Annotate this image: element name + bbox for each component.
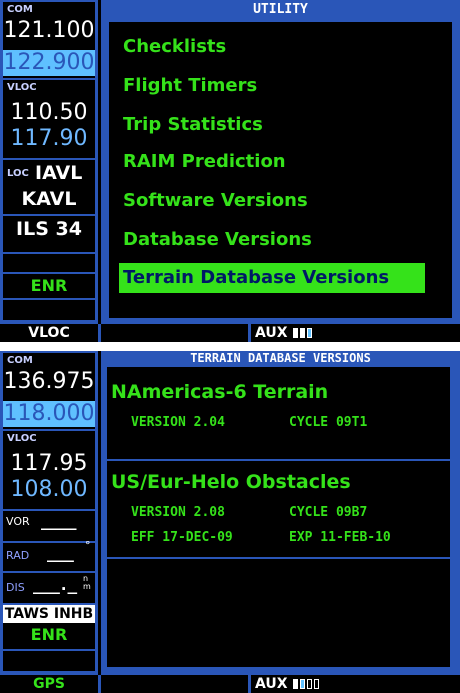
terrain-db-name: NAmericas-6 Terrain [111, 381, 329, 403]
divider [3, 571, 95, 573]
cdi-source: VLOC [28, 325, 70, 341]
utility-menu: Checklists Flight Timers Trip Statistics… [109, 22, 452, 318]
divider [107, 459, 450, 461]
page-title: TERRAIN DATABASE VERSIONS [190, 351, 371, 365]
annunciator-slot [3, 651, 95, 671]
menu-item-trip-statistics[interactable]: Trip Statistics [119, 110, 425, 140]
divider [98, 675, 101, 693]
page-group-label: AUX [255, 676, 288, 692]
taws-inhibit-annunciator: TAWS INHB [3, 605, 95, 623]
divider [98, 324, 101, 342]
menu-item-flight-timers[interactable]: Flight Timers [119, 71, 425, 101]
menu-item-software-versions[interactable]: Software Versions [119, 186, 425, 216]
page-indicator [300, 679, 305, 689]
page-indicator [300, 328, 305, 338]
mode-box: TAWS INHB ENR [3, 605, 95, 649]
page-indicator [307, 679, 312, 689]
com-active-freq[interactable]: 136.975 [3, 369, 95, 394]
obstacle-db-expiry: EXP 11-FEB-10 [289, 530, 391, 545]
com-standby-freq[interactable]: 122.900 [3, 50, 95, 76]
obstacle-db-effective: EFF 17-DEC-09 [131, 530, 233, 545]
vor-label: VOR [6, 515, 30, 528]
divider [3, 214, 95, 216]
page-indicator [314, 679, 319, 689]
com-tag: COM [7, 355, 33, 366]
page-indicator [307, 328, 312, 338]
obstacle-db-name: US/Eur-Helo Obstacles [111, 471, 351, 493]
menu-item-database-versions[interactable]: Database Versions [119, 225, 425, 255]
distance-unit: n m [83, 574, 91, 591]
annunciator-slot [3, 300, 95, 320]
mode-box: ENR [3, 274, 95, 298]
rad-label: RAD [6, 549, 30, 562]
vloc-standby-freq[interactable]: 108.00 [3, 477, 95, 502]
vloc-standby-freq[interactable]: 117.90 [3, 126, 95, 151]
approach-name: ILS 34 [16, 218, 82, 240]
cdi-source: GPS [33, 676, 65, 692]
loc-tag: LOC [7, 168, 29, 179]
obstacle-db-version: VERSION 2.08 [131, 505, 225, 520]
terrain-db-screen: COM 136.975 118.000 VLOC 117.95 108.00 V… [0, 351, 460, 693]
menu-item-terrain-database-versions[interactable]: Terrain Database Versions [119, 263, 425, 293]
database-list: NAmericas-6 Terrain VERSION 2.04 CYCLE 0… [107, 367, 450, 667]
flight-phase: ENR [30, 625, 68, 644]
vloc-tag: VLOC [7, 82, 37, 93]
vloc-active-freq[interactable]: 110.50 [3, 100, 95, 125]
com-box[interactable]: COM 121.100 122.900 [3, 2, 95, 78]
left-frequency-column: COM 136.975 118.000 VLOC 117.95 108.00 V… [0, 351, 98, 675]
page-indicator [293, 679, 298, 689]
divider [248, 675, 251, 693]
airport-ident: KAVL [21, 188, 77, 210]
com-active-freq[interactable]: 121.100 [3, 18, 95, 43]
utility-screen: COM 121.100 122.900 VLOC 110.50 117.90 L… [0, 0, 460, 342]
vor-info-box: VOR ____ RAD ___ ° DIS ___._ n m [3, 511, 95, 603]
page-group-label: AUX [255, 325, 288, 341]
vloc-box[interactable]: VLOC 110.50 117.90 [3, 80, 95, 158]
menu-item-checklists[interactable]: Checklists [119, 32, 425, 62]
distance-value: ___._ [33, 575, 77, 594]
cdi-box: LOC IAVL KAVL ILS 34 [3, 160, 95, 252]
status-bar: GPS AUX [0, 675, 460, 693]
left-frequency-column: COM 121.100 122.900 VLOC 110.50 117.90 L… [0, 0, 98, 324]
loc-ident: IAVL [35, 162, 83, 184]
divider [107, 557, 450, 559]
menu-item-raim-prediction[interactable]: RAIM Prediction [119, 147, 425, 177]
dis-label: DIS [6, 581, 25, 594]
divider [248, 324, 251, 342]
flight-phase: ENR [30, 276, 68, 295]
terrain-db-panel: TERRAIN DATABASE VERSIONS NAmericas-6 Te… [101, 351, 460, 675]
utility-panel: UTILITY Checklists Flight Timers Trip St… [101, 0, 460, 324]
terrain-db-cycle: CYCLE 09T1 [289, 415, 368, 430]
com-box[interactable]: COM 136.975 118.000 [3, 353, 95, 429]
vor-ident: ____ [41, 511, 77, 530]
vloc-box[interactable]: VLOC 117.95 108.00 [3, 431, 95, 509]
radial-value: ___ [47, 543, 74, 562]
terrain-db-version: VERSION 2.04 [131, 415, 225, 430]
annunciator-slot [3, 254, 95, 272]
com-tag: COM [7, 4, 33, 15]
status-bar: VLOC AUX [0, 324, 460, 342]
obstacle-db-cycle: CYCLE 09B7 [289, 505, 368, 520]
page-indicator [293, 328, 298, 338]
com-standby-freq[interactable]: 118.000 [3, 401, 95, 427]
page-title: UTILITY [253, 2, 308, 17]
vloc-active-freq[interactable]: 117.95 [3, 451, 95, 476]
degree-unit: ° [85, 539, 91, 552]
vloc-tag: VLOC [7, 433, 37, 444]
